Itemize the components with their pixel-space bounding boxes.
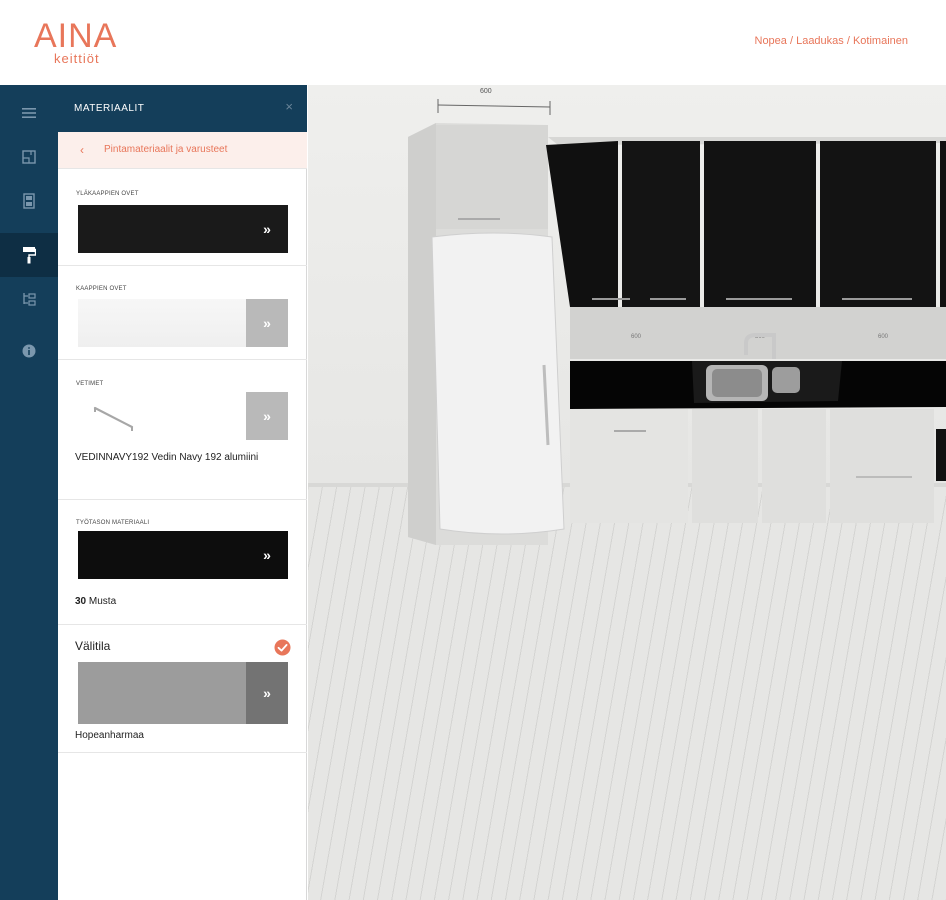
section-worktop: TYÖTASON MATERIAALI » 30 Musta — [58, 500, 307, 625]
top-header: AINA keittiöt Nopea / Laadukas / Kotimai… — [0, 0, 946, 84]
chevron-left-icon: ‹ — [80, 143, 84, 157]
rail-info[interactable] — [0, 329, 58, 373]
worktop-value-number: 30 — [75, 596, 87, 607]
section-handles: VETIMET » VEDINNAVY192 Vedin Navy 192 al… — [58, 360, 307, 500]
rail-structure[interactable] — [0, 277, 58, 321]
oven — [936, 429, 946, 481]
base-door — [830, 409, 934, 523]
tagline: Nopea / Laadukas / Kotimainen — [754, 35, 909, 47]
tall-cabinet-side — [408, 123, 436, 545]
section-backsplash: Välitila » Hopeanharmaa — [58, 625, 307, 753]
brand-name: AINA — [34, 17, 118, 55]
structure-icon — [23, 293, 36, 306]
worktop-value-name: Musta — [88, 596, 117, 607]
handle-thumbnail[interactable] — [92, 400, 138, 434]
handle-value: VEDINNAVY192 Vedin Navy 192 alumiini — [75, 452, 259, 463]
upper-door — [704, 141, 816, 307]
brand-sub: keittiöt — [54, 51, 100, 66]
kitchen-3d-view[interactable]: 600 800 600 600 — [308, 85, 946, 900]
menu-icon — [22, 108, 36, 118]
panel-header: MATERIAALIT × — [58, 85, 307, 132]
section-label: Välitila — [75, 639, 111, 653]
upper-door — [622, 141, 700, 307]
tall-cabinet-top-door — [436, 125, 548, 229]
upper-door — [820, 141, 936, 307]
dimension-label: 600 — [631, 334, 642, 340]
rail-menu[interactable] — [0, 91, 58, 135]
paint-roller-icon — [23, 247, 36, 264]
upper-door — [546, 141, 618, 307]
upper-doors-next-button[interactable]: » — [246, 205, 288, 253]
dimension-line — [437, 104, 551, 108]
floorplan-icon — [22, 150, 36, 164]
cabinet-doors-next-button[interactable]: » — [246, 299, 288, 347]
brand-logo[interactable]: AINA keittiöt — [34, 18, 144, 68]
worktop-next-button[interactable]: » — [246, 531, 288, 579]
section-upper-doors: YLÄKAAPPIEN OVET » — [58, 169, 307, 266]
rail-cabinets[interactable] — [0, 179, 58, 223]
backsplash-value: Hopeanharmaa — [75, 730, 144, 741]
sink-bowl-small — [772, 367, 800, 393]
icon-rail — [0, 85, 58, 900]
rail-floorplan[interactable] — [0, 135, 58, 179]
panel-title: MATERIAALIT — [74, 103, 145, 114]
kitchen-planner-app: AINA keittiöt Nopea / Laadukas / Kotimai… — [0, 0, 946, 900]
cabinet-icon — [23, 193, 35, 209]
info-icon — [22, 344, 36, 358]
dishwasher — [570, 409, 688, 523]
section-label: TYÖTASON MATERIAALI — [76, 520, 150, 526]
section-cabinet-doors: KAAPPIEN OVET » — [58, 266, 307, 360]
materials-panel: MATERIAALIT × ‹ Pintamateriaalit ja varu… — [58, 85, 307, 900]
breadcrumb-label: Pintamateriaalit ja varusteet — [104, 144, 228, 155]
close-button[interactable]: × — [285, 100, 293, 114]
dimension-label: 600 — [878, 334, 889, 340]
breadcrumb[interactable]: ‹ Pintamateriaalit ja varusteet — [58, 132, 307, 169]
section-label: KAAPPIEN OVET — [76, 286, 127, 292]
check-icon — [274, 639, 291, 656]
base-door — [692, 409, 758, 523]
handles-next-button[interactable]: » — [246, 392, 288, 440]
section-label: YLÄKAAPPIEN OVET — [76, 191, 139, 197]
kitchen-drawing: 600 800 600 — [408, 99, 946, 545]
upper-door — [940, 141, 946, 307]
section-label: VETIMET — [76, 381, 104, 387]
sink-bowl-inner — [712, 369, 762, 397]
dimension-label: 600 — [480, 88, 492, 95]
rail-materials[interactable] — [0, 233, 58, 277]
worktop-value: 30 Musta — [75, 596, 116, 608]
base-door — [762, 409, 826, 523]
backsplash-next-button[interactable]: » — [246, 662, 288, 724]
